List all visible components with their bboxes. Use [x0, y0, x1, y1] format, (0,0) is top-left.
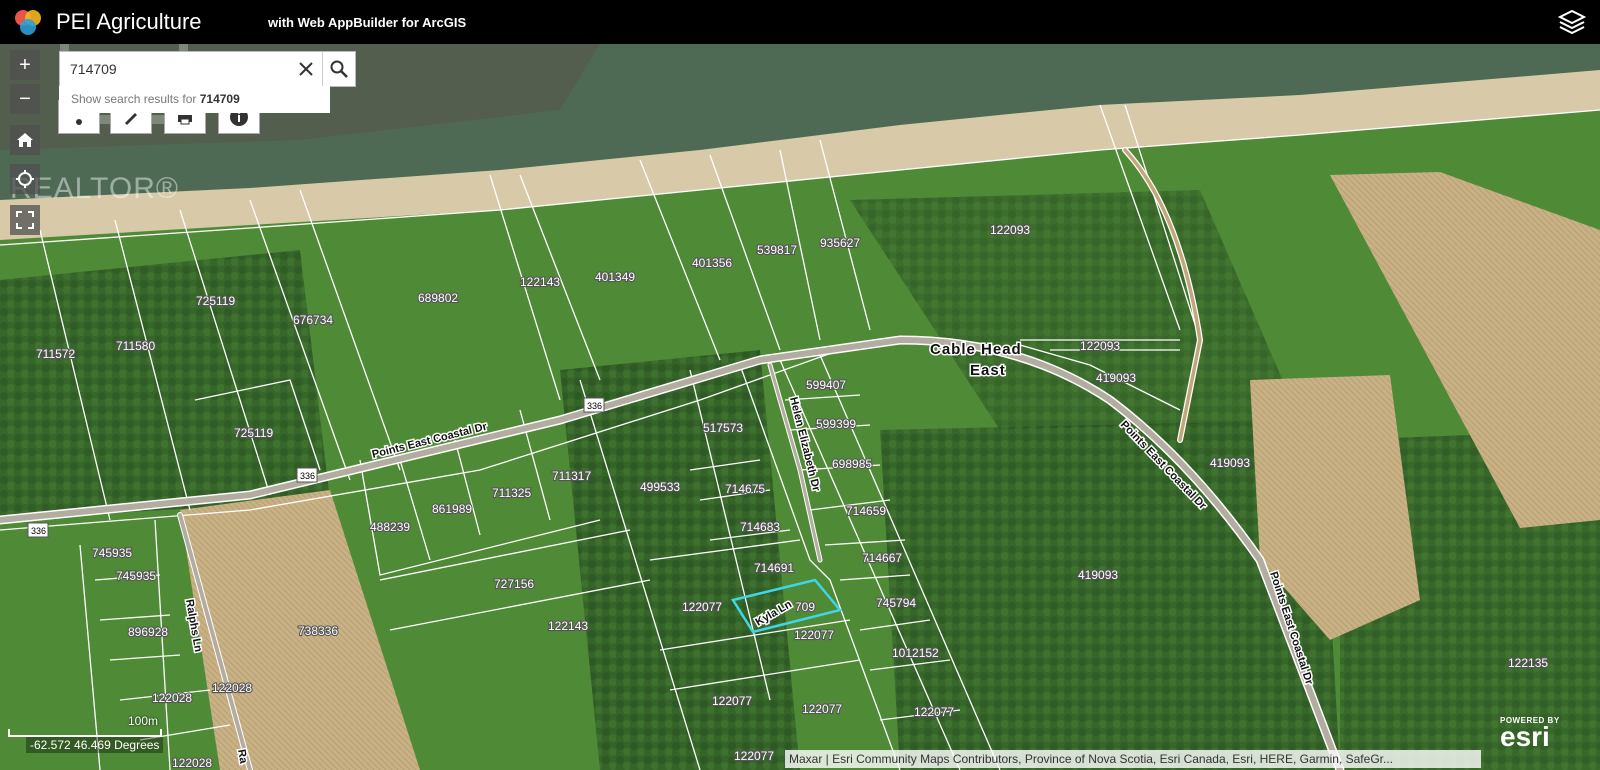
route-label: 336	[300, 471, 315, 481]
zoom-out-button[interactable]: −	[10, 84, 40, 114]
route-label: 336	[31, 526, 46, 536]
parcel-label: 122028	[152, 691, 192, 705]
app-title: PEI Agriculture	[56, 9, 202, 34]
parcel-label: 725119	[234, 426, 273, 440]
parcel-label: 676734	[293, 313, 333, 327]
parcel-label: 1012152	[892, 646, 939, 660]
app-logo-icon	[15, 10, 41, 35]
parcel-label: 419093	[1210, 456, 1250, 470]
forest-area	[0, 250, 330, 520]
close-icon	[299, 62, 313, 76]
scale-bar	[8, 729, 162, 737]
parcel-label: 745794	[876, 596, 916, 610]
route-shield: 336	[27, 522, 49, 538]
home-button[interactable]	[10, 125, 40, 155]
parcel-label: 896928	[128, 625, 168, 639]
layers-icon[interactable]	[1558, 8, 1586, 36]
place-label-cable-head: Cable Head	[930, 341, 1022, 358]
parcel-label: 122143	[548, 619, 588, 633]
parcel-label: 599407	[806, 378, 846, 392]
search-widget	[59, 51, 356, 87]
parcel-label: 122077	[682, 600, 722, 614]
clear-search-button[interactable]	[290, 52, 322, 86]
parcel-label: 714659	[846, 504, 886, 518]
fullscreen-icon	[16, 211, 34, 229]
locate-button[interactable]	[10, 164, 40, 194]
parcel-label: 488239	[370, 520, 410, 534]
parcel-label: 401349	[595, 270, 635, 284]
parcel-label: 711317	[552, 469, 591, 483]
esri-wordmark: esri	[1500, 721, 1550, 752]
parcel-label: 711325	[492, 486, 531, 500]
home-icon	[17, 133, 33, 147]
parcel-label: 745935	[92, 546, 132, 560]
parcel-label: 419093	[1078, 568, 1118, 582]
parcel-label: 714691	[754, 561, 794, 575]
parcel-label: 725119	[196, 294, 235, 308]
parcel-label: 122077	[734, 749, 774, 763]
parcel-label: 745935	[116, 569, 156, 583]
coordinate-readout: -62.572 46.469 Degrees	[26, 737, 164, 753]
search-input[interactable]	[60, 52, 290, 86]
parcel-label: 714683	[740, 520, 780, 534]
parcel-label: 122135	[1508, 656, 1548, 670]
parcel-label: 727156	[494, 577, 534, 591]
route-label: 336	[587, 401, 602, 411]
parcel-label: 517573	[703, 421, 743, 435]
route-shield: 336	[296, 467, 318, 483]
parcel-label: 689802	[418, 291, 458, 305]
parcel-label: 122028	[212, 681, 252, 695]
map-attribution[interactable]: Maxar | Esri Community Maps Contributors…	[785, 750, 1481, 768]
parcel-label: 698985	[832, 457, 872, 471]
scale-label: 100m	[128, 714, 159, 728]
parcel-label: 122077	[712, 694, 752, 708]
zoom-in-button[interactable]: +	[10, 50, 40, 80]
esri-logo: POWERED BY esri	[1500, 716, 1590, 762]
parcel-label: 599399	[816, 417, 856, 431]
parcel-label: 714667	[862, 551, 902, 565]
parcel-label: 709	[795, 600, 815, 614]
parcel-label: 122143	[520, 275, 560, 289]
parcel-label: 738336	[298, 624, 338, 638]
parcel-label: 935627	[820, 236, 860, 250]
app-header: PEI Agriculture with Web AppBuilder for …	[0, 0, 1600, 44]
parcel-label: 122093	[1080, 339, 1120, 353]
parcel-label: 714675	[725, 482, 765, 496]
map-view[interactable]: Cable Head East Points East Coastal Dr P…	[0, 44, 1600, 770]
parcel-label: 122077	[802, 702, 842, 716]
parcel-label: 861989	[432, 502, 472, 516]
parcel-label: 401356	[692, 256, 732, 270]
parcel-label: 711580	[116, 339, 155, 353]
locate-icon	[16, 170, 34, 188]
parcel-label: 122077	[914, 705, 954, 719]
parcel-label: 539817	[757, 243, 797, 257]
search-button[interactable]	[322, 52, 355, 86]
route-shield: 336	[583, 397, 605, 413]
parcel-label: 122077	[794, 628, 834, 642]
parcel-label: 122093	[990, 223, 1030, 237]
place-label-east: East	[970, 362, 1006, 379]
parcel-label: 419093	[1096, 371, 1136, 385]
parcel-label: 499533	[640, 480, 680, 494]
search-suggestion[interactable]: Show search results for 714709	[59, 86, 330, 113]
suggestion-prefix: Show search results for	[71, 92, 200, 106]
parcel-label: 711572	[36, 347, 75, 361]
search-icon	[330, 60, 348, 78]
fullscreen-button[interactable]	[10, 205, 40, 235]
app-subtitle: with Web AppBuilder for ArcGIS	[268, 15, 467, 30]
parcel-label: 122028	[172, 756, 212, 770]
suggestion-term: 714709	[199, 92, 240, 106]
